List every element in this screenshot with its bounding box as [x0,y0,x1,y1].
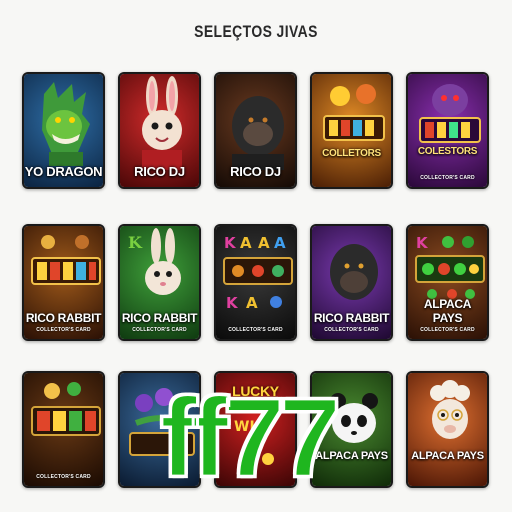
purple-slot-art [408,74,487,187]
svg-text:K: K [226,294,239,312]
game-card[interactable]: RICO RABBIT COLLECTOR'S CARD [22,224,105,341]
game-card[interactable]: COLLECTOR'S CARD [22,371,105,488]
card-subtitle: COLLECTOR'S CARD [324,327,379,333]
watermark-logo: ff77 [158,375,342,500]
gold-slot-art [312,74,391,187]
svg-text:K: K [128,233,143,252]
letters-slot-art: K A A A K A [216,226,295,339]
card-subtitle: COLLECTOR'S CARD [132,327,187,333]
game-card[interactable]: COLESTORS COLLECTOR'S CARD [406,72,489,189]
game-card[interactable]: K RICO RABBIT COLLECTOR'S CARD [118,224,201,341]
svg-text:K: K [224,234,237,252]
game-card[interactable]: K A A A K A COLLECTOR'S CARD [214,224,297,341]
alpaca-art [408,373,487,486]
card-title: YO DRAGON [24,164,103,179]
game-card[interactable]: K ALPACA PAYS COLLECTOR'S CARD [406,224,489,341]
card-title: COLESTORS [417,146,478,157]
card-title: ALPACA PAYS [423,297,472,325]
card-subtitle: COLLECTOR'S CARD [420,327,475,333]
page-title: SELEÇTOS JIVAS [194,22,318,41]
card-subtitle: COLLECTOR'S CARD [36,327,91,333]
card-subtitle: COLLECTOR'S CARD [420,175,475,181]
card-subtitle: COLLECTOR'S CARD [36,474,91,480]
card-title: COLLETORS [322,148,381,159]
card-subtitle: COLLECTOR'S CARD [228,327,283,333]
card-title: RICO RABBIT [313,311,390,325]
game-card[interactable]: COLLETORS [310,72,393,189]
svg-text:K: K [416,234,429,252]
card-title: ALPACA PAYS [411,450,484,462]
card-title: RICO RABBIT [121,311,198,325]
game-card[interactable]: YO DRAGON [22,72,105,189]
svg-text:A: A [246,294,258,312]
game-card[interactable]: RICO RABBIT COLLECTOR'S CARD [310,224,393,341]
svg-text:A: A [240,234,252,252]
card-title: RICO DJ [134,164,185,179]
card-title: RICO DJ [230,164,281,179]
svg-text:A: A [258,234,270,252]
game-card[interactable]: ALPACA PAYS [406,371,489,488]
card-title: RICO RABBIT [25,311,102,325]
game-card[interactable]: RICO DJ [118,72,201,189]
svg-text:A: A [274,234,286,252]
gold-reels-art [24,373,103,486]
game-card[interactable]: RICO DJ [214,72,297,189]
